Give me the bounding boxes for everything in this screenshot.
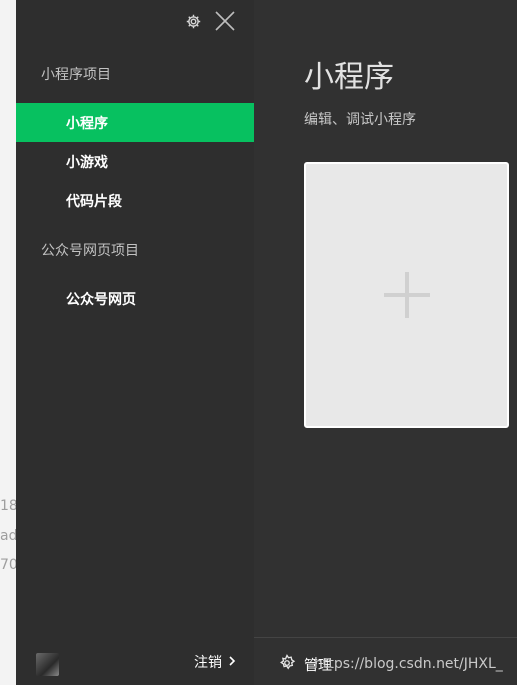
watermark-text: https://blog.csdn.net/JHXL_	[314, 656, 503, 672]
sidebar-item-minigame[interactable]: 小游戏	[16, 142, 254, 181]
sidebar-top-actions	[185, 10, 236, 32]
sidebar-footer: 注销	[16, 637, 254, 685]
section-title-official-account: 公众号网页项目	[41, 243, 139, 259]
avatar[interactable]	[36, 653, 59, 676]
background-window-strip	[0, 0, 16, 685]
gear-icon[interactable]	[185, 13, 202, 30]
logout-button[interactable]: 注销	[194, 652, 236, 672]
close-icon[interactable]	[214, 10, 236, 32]
page-subtitle: 编辑、调试小程序	[304, 112, 416, 128]
main-panel: 小程序 编辑、调试小程序 管理 https://blog.csdn.net/JH…	[254, 0, 517, 685]
logout-label: 注销	[194, 655, 222, 671]
sidebar-item-code-snippet[interactable]: 代码片段	[16, 181, 254, 220]
chevron-right-icon	[228, 654, 236, 670]
section-title-miniprogram: 小程序项目	[41, 67, 111, 83]
gear-icon	[278, 654, 296, 676]
new-project-card[interactable]	[304, 162, 509, 428]
page-title: 小程序	[304, 60, 394, 95]
sidebar: 小程序项目 小程序 小游戏 代码片段 公众号网页项目 公众号网页 注销	[16, 0, 254, 685]
plus-icon	[384, 272, 430, 318]
sidebar-item-miniprogram[interactable]: 小程序	[16, 103, 254, 142]
sidebar-item-official-account-web[interactable]: 公众号网页	[16, 279, 254, 318]
main-footer: 管理 https://blog.csdn.net/JHXL_	[254, 637, 517, 685]
